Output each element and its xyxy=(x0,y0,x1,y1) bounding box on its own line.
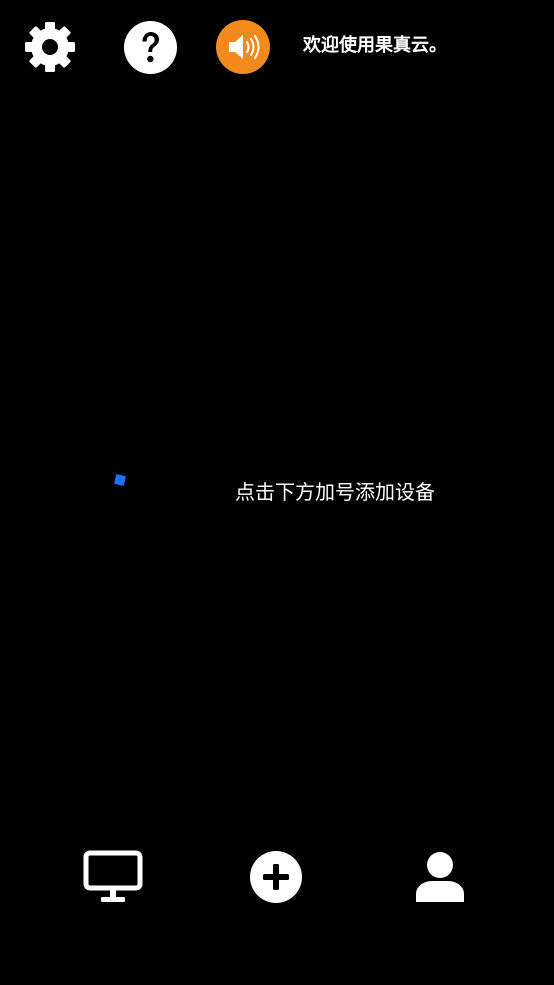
question-icon xyxy=(124,21,177,74)
settings-button[interactable] xyxy=(24,21,76,73)
top-bar: 欢迎使用果真云。 xyxy=(0,0,554,96)
nav-profile-button[interactable] xyxy=(414,852,466,902)
user-icon xyxy=(416,852,464,902)
plus-circle-icon xyxy=(250,851,302,903)
empty-state-hint: 点击下方加号添加设备 xyxy=(235,480,435,504)
speaker-icon xyxy=(216,20,270,74)
device-list-area: 点击下方加号添加设备 xyxy=(0,96,554,826)
welcome-message: 欢迎使用果真云。 xyxy=(303,35,447,56)
monitor-icon xyxy=(83,850,143,902)
loading-indicator xyxy=(114,474,126,486)
help-button[interactable] xyxy=(124,21,177,74)
nav-devices-button[interactable] xyxy=(83,850,143,904)
sound-button[interactable] xyxy=(216,20,270,74)
gear-icon xyxy=(25,22,75,72)
bottom-nav xyxy=(0,826,554,985)
nav-add-device-button[interactable] xyxy=(249,850,303,904)
